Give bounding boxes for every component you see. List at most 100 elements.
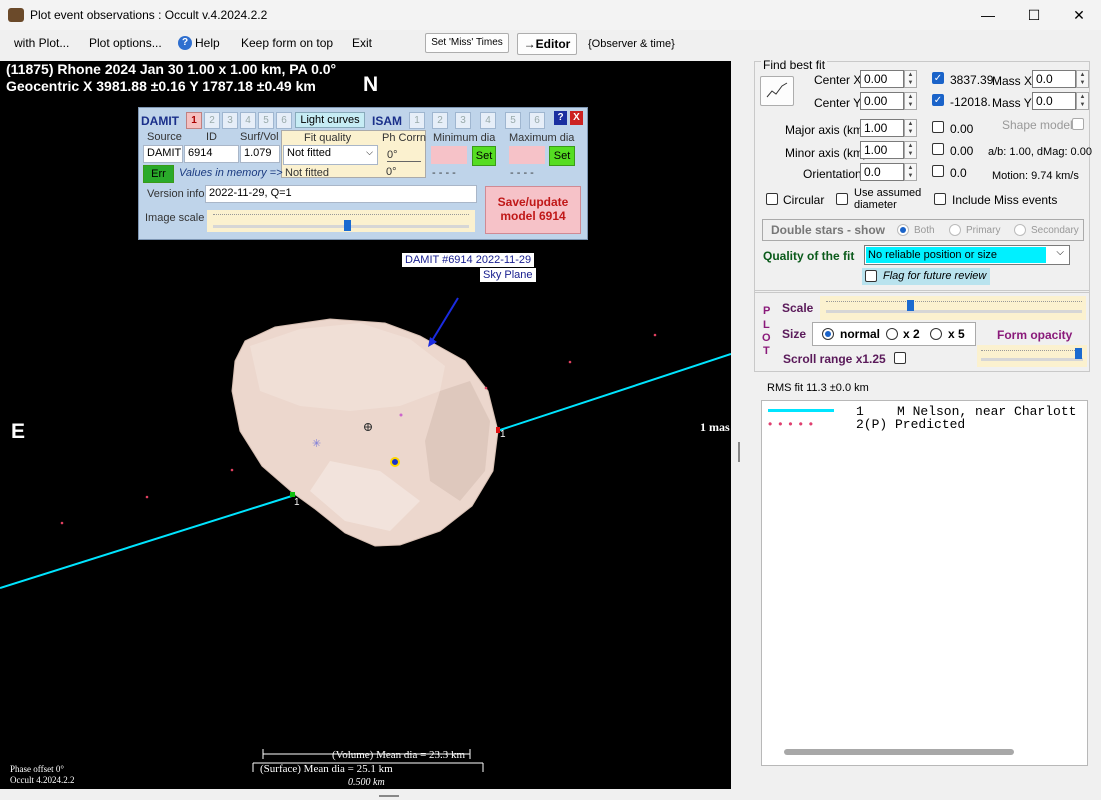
maximize-button[interactable]: ☐ [1011, 0, 1057, 30]
volume-dia-label: (Volume) Mean dia = 23.3 km [332, 749, 466, 761]
circular-checkbox[interactable] [766, 193, 778, 205]
source-field[interactable]: DAMIT [143, 145, 183, 163]
menu-help[interactable]: Help [195, 36, 220, 50]
damit-model-6[interactable]: 6 [276, 112, 292, 129]
mass-x-spinner[interactable]: ▲ ▼ [1076, 70, 1089, 88]
center-y-spinner[interactable]: ▲ ▼ [904, 92, 917, 110]
best-fit-button[interactable] [760, 76, 794, 106]
close-panel-button[interactable]: X [570, 111, 583, 125]
damit-model-2[interactable]: 2 [204, 112, 220, 129]
center-x-spinner[interactable]: ▲ ▼ [904, 70, 917, 88]
phase-offset-label: Phase offset 0° [10, 764, 64, 774]
set-max-button[interactable]: Set [549, 146, 575, 166]
damit-model-3[interactable]: 3 [222, 112, 238, 129]
min-dia-field[interactable] [431, 146, 467, 164]
major-axis-value: 0.00 [950, 122, 974, 136]
quality-fit-value: No reliable position or size [866, 247, 1046, 263]
isam-model-6[interactable]: 6 [529, 112, 545, 129]
isam-model-2[interactable]: 2 [432, 112, 448, 129]
splitter-grip[interactable] [738, 442, 740, 462]
secondary-radio[interactable] [1014, 224, 1026, 236]
minimize-button[interactable]: — [965, 0, 1011, 30]
opacity-slider-thumb[interactable] [1075, 348, 1082, 359]
fit-quality-select[interactable]: Not fitted ⌵ [283, 145, 378, 165]
err-button[interactable]: Err [143, 165, 174, 183]
damit-model-1[interactable]: 1 [186, 112, 202, 129]
editor-button[interactable]: →Editor [517, 33, 577, 55]
mass-y-spinner[interactable]: ▲ ▼ [1076, 92, 1089, 110]
include-miss-checkbox[interactable] [934, 193, 946, 205]
source-header: Source [147, 131, 182, 143]
scale-slider[interactable] [820, 296, 1086, 320]
primary-radio[interactable] [949, 224, 961, 236]
menu-exit[interactable]: Exit [352, 36, 372, 50]
id-field[interactable]: 6914 [184, 145, 239, 163]
shape-model-checkbox[interactable] [1072, 118, 1084, 130]
primary-label: Primary [966, 225, 1001, 236]
major-axis-checkbox[interactable] [932, 121, 944, 133]
damit-model-5[interactable]: 5 [258, 112, 274, 129]
light-curves-button[interactable]: Light curves [295, 112, 365, 128]
isam-model-1[interactable]: 1 [409, 112, 425, 129]
surfvol-field[interactable]: 1.079 [240, 145, 280, 163]
menu-with-plot[interactable]: with Plot... [14, 36, 69, 50]
close-button[interactable]: ✕ [1056, 0, 1101, 30]
mass-x-input[interactable]: 0.0 [1032, 70, 1076, 88]
center-y-checkbox[interactable]: ✓ [932, 94, 944, 106]
values-in-memory-label: Values in memory => [179, 167, 283, 179]
set-miss-times-button[interactable]: Set 'Miss' Times [425, 33, 509, 53]
save-update-model-button[interactable]: Save/update model 6914 [485, 186, 581, 234]
occult-version-label: Occult 4.2024.2.2 [10, 775, 75, 785]
horizontal-scrollbar[interactable] [784, 749, 1014, 755]
size-x5-radio[interactable] [930, 328, 942, 340]
version-info-field[interactable]: 2022-11-29, Q=1 [205, 185, 477, 203]
orientation-label: Orientation [803, 167, 862, 181]
observer-1-line [768, 409, 834, 412]
flag-review-checkbox[interactable] [865, 270, 877, 282]
quality-fit-select[interactable]: No reliable position or size ⌵ [864, 245, 1070, 265]
scale-slider-thumb[interactable] [907, 300, 914, 311]
menu-plot-options[interactable]: Plot options... [89, 36, 162, 50]
max-dia-header: Maximum dia [509, 132, 575, 144]
isam-model-3[interactable]: 3 [455, 112, 471, 129]
scroll-range-checkbox[interactable] [894, 352, 906, 364]
memory-ph-corrn: 0° [386, 166, 397, 178]
orientation-input[interactable]: 0.0 [860, 163, 904, 181]
mass-y-input[interactable]: 0.0 [1032, 92, 1076, 110]
max-dia-field[interactable] [509, 146, 545, 164]
help-button[interactable]: ? [554, 111, 567, 125]
both-label: Both [914, 225, 935, 236]
resize-grip[interactable] [379, 795, 399, 797]
size-normal-radio[interactable] [822, 328, 834, 340]
orientation-spinner[interactable]: ▲ ▼ [904, 163, 917, 181]
isam-model-5[interactable]: 5 [505, 112, 521, 129]
menu-keep-on-top[interactable]: Keep form on top [241, 36, 333, 50]
both-radio[interactable] [897, 224, 909, 236]
minor-axis-input[interactable]: 1.00 [860, 141, 904, 159]
major-axis-input[interactable]: 1.00 [860, 119, 904, 137]
observer-list[interactable]: 1 M Nelson, near Charlott ••••• 2(P) Pre… [761, 400, 1088, 766]
chord-line-west [0, 494, 296, 589]
image-scale-thumb[interactable] [344, 220, 351, 231]
center-x-input[interactable]: 0.00 [860, 70, 904, 88]
size-x2-radio[interactable] [886, 328, 898, 340]
set-min-button[interactable]: Set [472, 146, 496, 166]
major-axis-spinner[interactable]: ▲ ▼ [904, 119, 917, 137]
isam-title: ISAM [372, 114, 402, 128]
isam-model-4[interactable]: 4 [480, 112, 496, 129]
use-assumed-checkbox[interactable] [836, 193, 848, 205]
observer-time-label[interactable]: {Observer & time} [588, 38, 675, 50]
form-opacity-slider[interactable] [977, 345, 1087, 367]
damit-model-4[interactable]: 4 [240, 112, 256, 129]
center-y-input[interactable]: 0.00 [860, 92, 904, 110]
window-title: Plot event observations : Occult v.4.202… [30, 8, 268, 22]
minor-axis-spinner[interactable]: ▲ ▼ [904, 141, 917, 159]
minor-axis-checkbox[interactable] [932, 143, 944, 155]
plot-letter-l: L [763, 319, 770, 331]
image-scale-slider[interactable] [207, 210, 475, 232]
fit-quality-value: Not fitted [287, 147, 332, 159]
ph-corrn-field[interactable]: 0° [387, 149, 421, 162]
version-info-label: Version info [147, 188, 205, 200]
center-x-checkbox[interactable]: ✓ [932, 72, 944, 84]
orientation-checkbox[interactable] [932, 165, 944, 177]
